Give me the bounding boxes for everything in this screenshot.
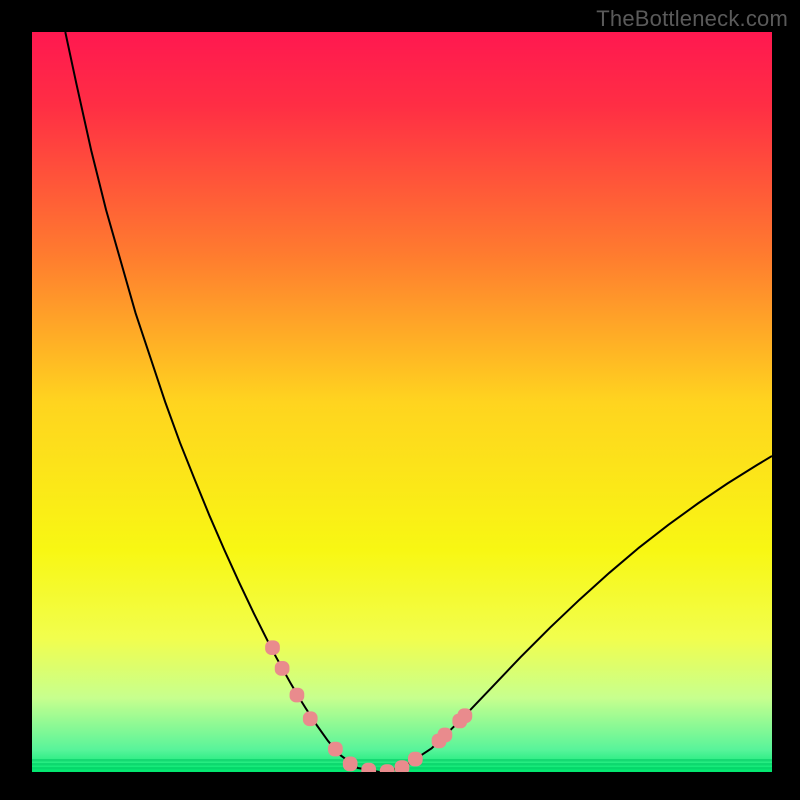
highlight-dot [328, 742, 343, 757]
highlight-dot [303, 711, 318, 726]
highlight-dot [408, 752, 423, 767]
highlight-dot [265, 640, 280, 655]
highlight-dot [343, 757, 358, 772]
highlight-dot [275, 661, 290, 676]
highlight-dot [290, 688, 305, 703]
chart-plot [32, 32, 772, 772]
gradient-background [32, 32, 772, 772]
highlight-dot [458, 708, 473, 723]
highlight-dot [395, 760, 410, 772]
highlight-dot [438, 728, 453, 743]
watermark-text: TheBottleneck.com [596, 6, 788, 32]
